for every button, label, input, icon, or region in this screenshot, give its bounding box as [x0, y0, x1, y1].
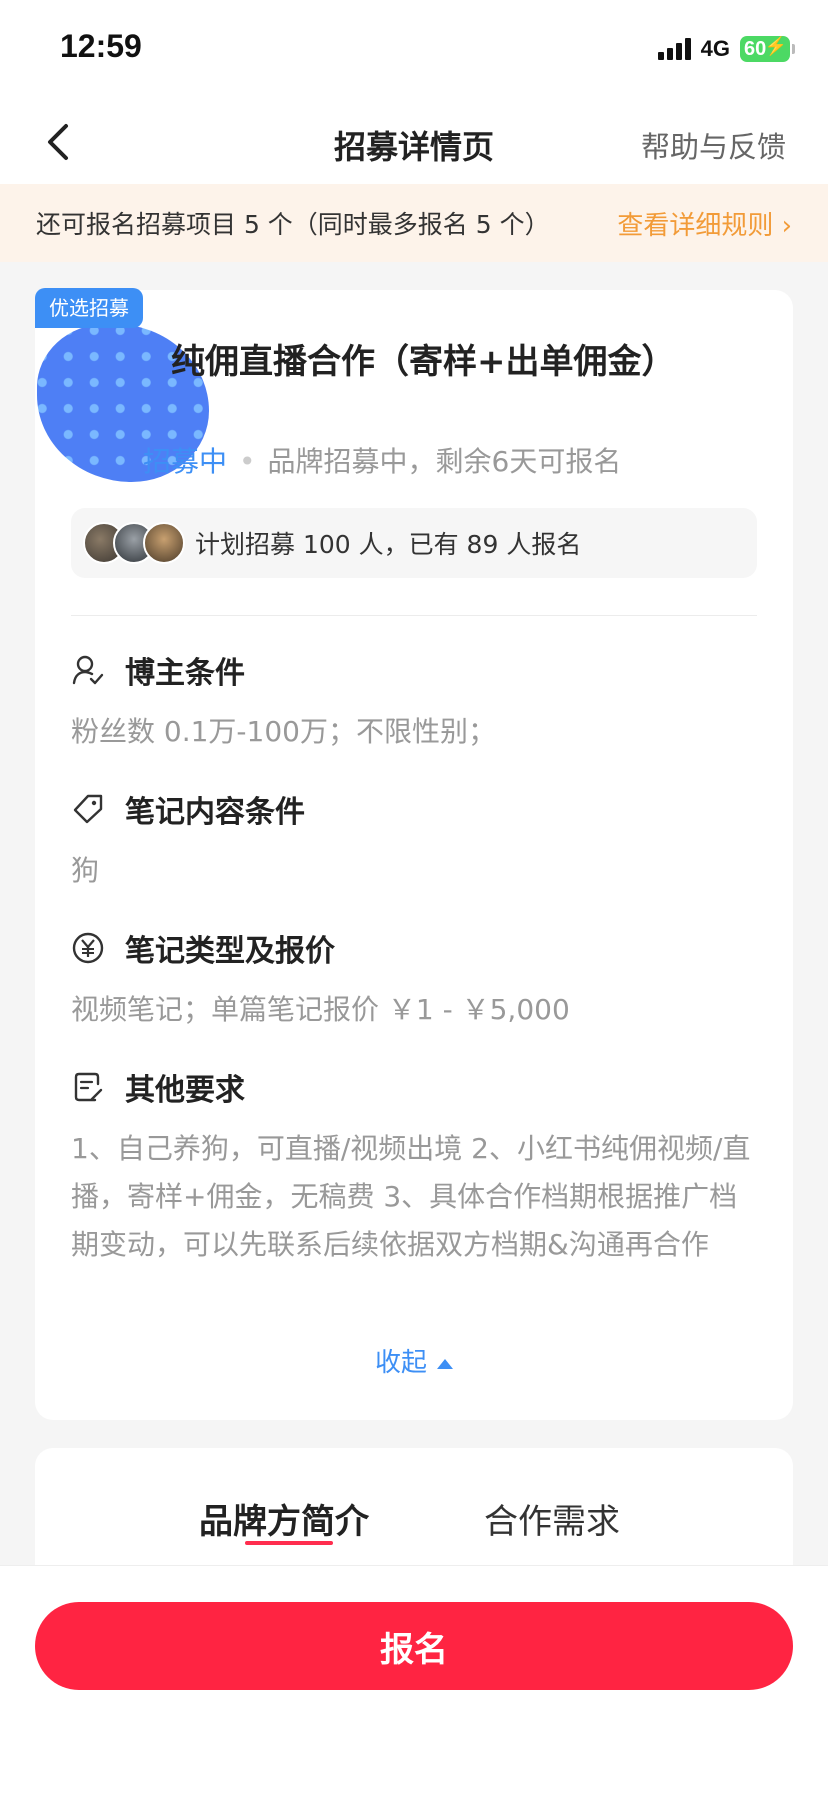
signup-summary-text: 计划招募 100 人，已有 89 人报名: [195, 530, 582, 559]
recruit-status-line: 招募中 • 品牌招募中，剩余6天可报名: [63, 440, 621, 480]
signal-icon: [657, 38, 691, 60]
bottom-action-bar: 报名: [0, 1565, 828, 1793]
avatar-stack: [83, 522, 185, 564]
separator-dot: •: [239, 445, 256, 478]
blogger-conditions-title: 博主条件: [125, 656, 245, 691]
tab-cooperation-needs[interactable]: 合作需求: [484, 1494, 620, 1543]
view-rules-link[interactable]: 查看详细规则 ›: [617, 205, 792, 242]
collapse-label: 收起: [374, 1348, 427, 1378]
signup-summary-box: 计划招募 100 人，已有 89 人报名: [71, 508, 757, 578]
charging-icon: ⚡: [764, 36, 787, 56]
collapse-button[interactable]: 收起: [35, 1342, 793, 1379]
help-feedback-link[interactable]: 帮助与反馈: [641, 124, 786, 166]
recruit-title: 纯佣直播合作（寄样+出单佣金）: [171, 342, 676, 382]
notice-text: 还可报名招募项目 5 个（同时最多报名 5 个）: [36, 210, 550, 239]
avatar: [143, 522, 185, 564]
battery-level: 60: [744, 37, 767, 60]
status-bar: 12:59 4G 60 ⚡: [0, 0, 828, 100]
note-content-section: 笔记内容条件 狗: [71, 787, 757, 895]
tab-brand-intro[interactable]: 品牌方简介: [199, 1494, 369, 1543]
active-tab-indicator: [245, 1541, 333, 1545]
other-requirements-title: 其他要求: [125, 1073, 245, 1108]
other-requirements-body: 1、自己养狗，可直播/视频出境 2、小红书纯佣视频/直播，寄样+佣金，无稿费 3…: [71, 1132, 751, 1261]
document-edit-icon: [74, 1072, 103, 1102]
blogger-conditions-section: 博主条件 粉丝数 0.1万-100万；不限性别；: [71, 648, 757, 756]
note-type-title: 笔记类型及报价: [125, 934, 335, 969]
tag-icon: [73, 794, 103, 824]
note-content-title: 笔记内容条件: [125, 795, 305, 830]
recruit-detail-card: 优选招募 纯佣直播合作（寄样+出单佣金） 招募中 • 品牌招募中，剩余6天可报名 计…: [35, 288, 793, 1420]
recruit-status-badge: 招募中: [143, 445, 228, 478]
caret-up-icon: [437, 1358, 453, 1369]
network-type: 4G: [700, 36, 730, 61]
battery-icon: 60 ⚡: [740, 36, 795, 62]
status-indicators: 4G 60 ⚡: [657, 36, 795, 62]
blogger-conditions-body: 粉丝数 0.1万-100万；不限性别；: [71, 715, 496, 748]
featured-tag: 优选招募: [35, 288, 143, 328]
note-type-body: 视频笔记；单篇笔记报价 ￥1 - ￥5,000: [71, 993, 570, 1026]
recruit-status-text: 品牌招募中，剩余6天可报名: [267, 445, 622, 478]
signup-button[interactable]: 报名: [35, 1602, 793, 1690]
nav-bar: 招募详情页 帮助与反馈: [0, 100, 828, 184]
other-requirements-section: 其他要求 1、自己养狗，可直播/视频出境 2、小红书纯佣视频/直播，寄样+佣金，…: [71, 1065, 757, 1269]
note-type-price-section: 笔记类型及报价 视频笔记；单篇笔记报价 ￥1 - ￥5,000: [71, 926, 757, 1034]
yen-icon: [72, 932, 104, 964]
status-time: 12:59: [60, 28, 142, 64]
signup-limit-notice: 还可报名招募项目 5 个（同时最多报名 5 个） 查看详细规则 ›: [0, 184, 828, 262]
divider: [71, 615, 757, 616]
note-content-body: 狗: [71, 854, 100, 887]
user-check-icon: [72, 655, 104, 685]
